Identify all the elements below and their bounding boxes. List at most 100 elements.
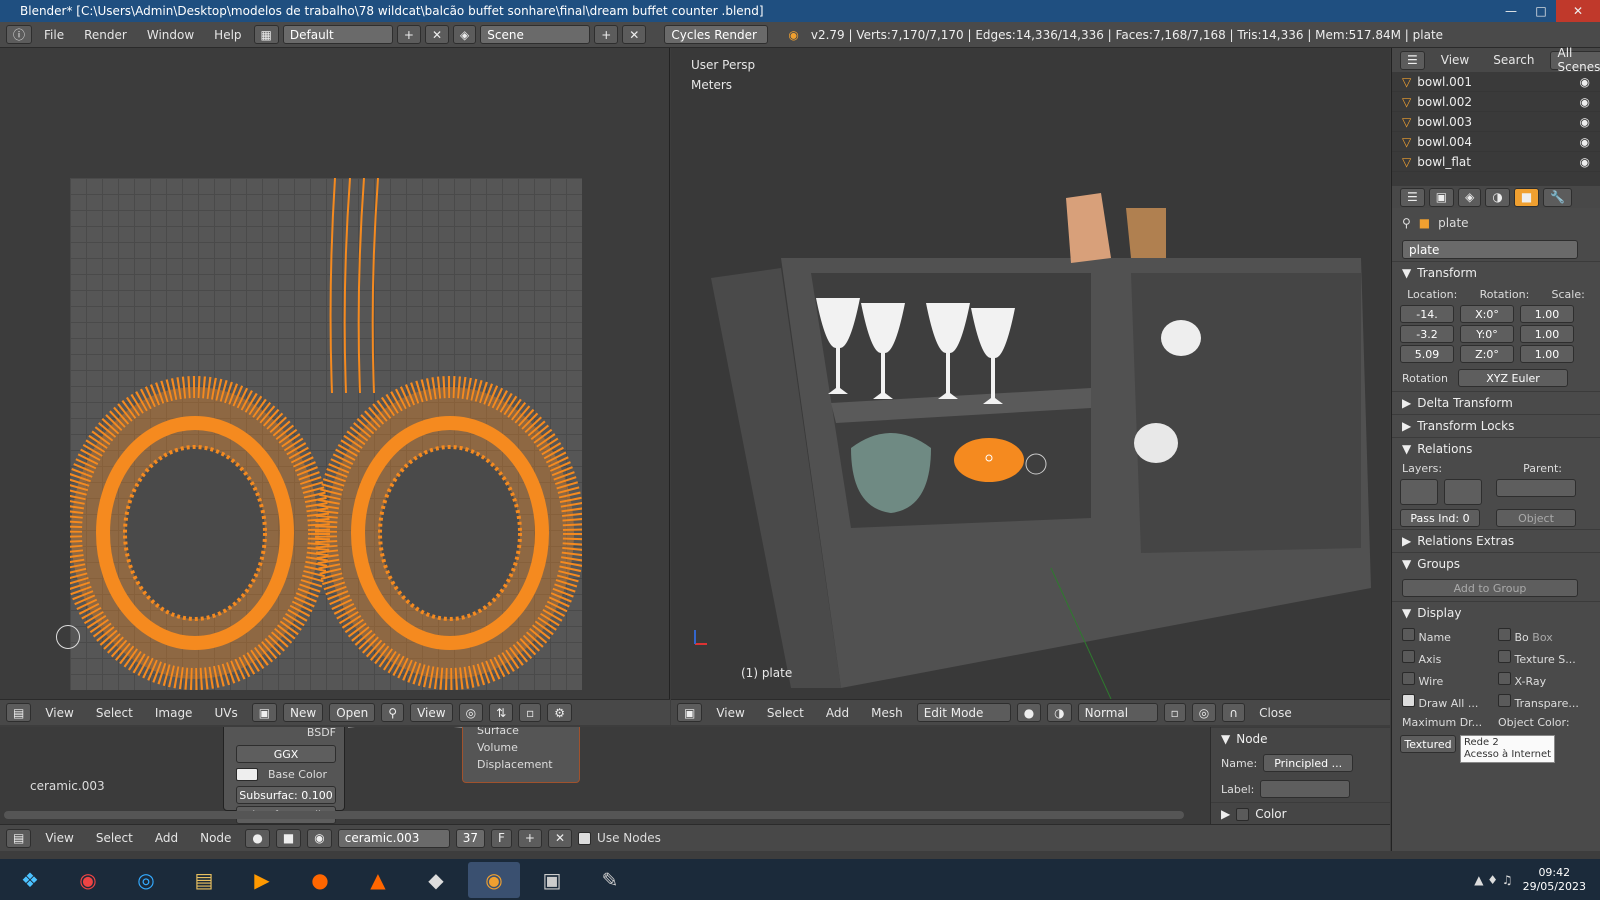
- transform-orientation-select[interactable]: Normal: [1077, 703, 1158, 722]
- material-output-node[interactable]: Surface Volume Displacement: [462, 727, 580, 783]
- location-y[interactable]: -3.2: [1400, 325, 1454, 343]
- color-section-header[interactable]: ▶ Color: [1211, 802, 1390, 825]
- fake-user-button[interactable]: F: [491, 828, 512, 848]
- outliner[interactable]: ☰ View Search All Scenes ▽ bowl.001 ◉ ▽ bow…: [1391, 46, 1600, 186]
- 3d-viewport[interactable]: User Persp Meters (1) plate: [671, 48, 1390, 699]
- snap-magnet-icon[interactable]: ∩: [1222, 703, 1246, 722]
- info-editor-type-icon[interactable]: ⓘ: [6, 25, 33, 44]
- file-explorer-icon[interactable]: ▤: [178, 862, 230, 898]
- texture-space-option[interactable]: Texture S...: [1498, 650, 1590, 666]
- material-name-field[interactable]: ceramic.003: [337, 828, 450, 848]
- properties-editor[interactable]: ☰ ▣ ◈ ◑ ■ 🔧 ⚲ ■ plate plate ▼ Transform Loc…: [1391, 186, 1600, 851]
- uv-menu-image[interactable]: Image: [147, 706, 201, 720]
- image-browse-icon[interactable]: ▣: [251, 703, 278, 722]
- screen-layout-icon[interactable]: ▦: [253, 25, 279, 44]
- node-editor[interactable]: BSDF GGX Base Color Subsurfac: 0.100 Sub…: [0, 727, 1210, 824]
- node-menu-select[interactable]: Select: [88, 831, 141, 845]
- screen-app-icon[interactable]: ▣: [526, 862, 578, 898]
- unity-icon[interactable]: ◆: [410, 862, 462, 898]
- menu-render[interactable]: Render: [76, 28, 135, 42]
- name-option[interactable]: Name: [1402, 628, 1494, 644]
- pivot-point-icon[interactable]: ◑: [1047, 703, 1072, 722]
- subsurface-field[interactable]: Subsurfac: 0.100: [236, 786, 336, 804]
- node-menu-view[interactable]: View: [37, 831, 81, 845]
- axis-option[interactable]: Axis: [1402, 650, 1494, 666]
- uv-menu-select[interactable]: Select: [88, 706, 141, 720]
- location-z[interactable]: 5.09: [1400, 345, 1454, 363]
- scene-icon[interactable]: ◈: [453, 25, 477, 44]
- scale-z[interactable]: 1.00: [1520, 345, 1574, 363]
- uv-menu-view[interactable]: View: [37, 706, 81, 720]
- use-nodes-checkbox[interactable]: [578, 831, 592, 845]
- vp-menu-mesh[interactable]: Mesh: [863, 706, 911, 720]
- remove-layout-button[interactable]: ✕: [424, 25, 449, 44]
- visibility-eye-icon[interactable]: ◉: [1580, 155, 1590, 169]
- properties-editor-type-icon[interactable]: ☰: [1400, 187, 1425, 207]
- uv-image-editor[interactable]: [0, 48, 670, 699]
- pass-index-field[interactable]: Pass Ind: 0: [1400, 509, 1480, 527]
- menu-file[interactable]: File: [36, 28, 72, 42]
- groups-header[interactable]: ▼ Groups: [1392, 552, 1600, 575]
- transparency-option[interactable]: Transpare...: [1498, 694, 1590, 710]
- layers-grid-b[interactable]: [1444, 479, 1482, 505]
- menu-help[interactable]: Help: [206, 28, 249, 42]
- object-shader-icon[interactable]: ■: [275, 828, 302, 848]
- 2d-cursor[interactable]: [56, 625, 80, 649]
- relations-extras-header[interactable]: ▶ Relations Extras: [1392, 529, 1600, 552]
- delta-transform-header[interactable]: ▶ Delta Transform: [1392, 391, 1600, 414]
- microphone-icon[interactable]: ●: [294, 862, 346, 898]
- max-draw-type-select[interactable]: Textured: [1400, 735, 1456, 753]
- add-scene-button[interactable]: +: [594, 25, 619, 44]
- vp-menu-select[interactable]: Select: [759, 706, 812, 720]
- minimize-button[interactable]: —: [1496, 0, 1526, 22]
- render-tab-icon[interactable]: ▣: [1428, 187, 1455, 207]
- uv-view-select[interactable]: View: [410, 703, 453, 722]
- scene-tab-icon[interactable]: ◈: [1458, 187, 1482, 207]
- vp-menu-add[interactable]: Add: [818, 706, 857, 720]
- node-label-field[interactable]: [1260, 780, 1351, 798]
- vertex-mode-icon[interactable]: ▫: [1163, 703, 1186, 722]
- new-image-button[interactable]: New: [283, 703, 324, 722]
- outliner-item[interactable]: ▽ bowl.001 ◉: [1392, 72, 1600, 92]
- rotation-z[interactable]: Z:0°: [1460, 345, 1514, 363]
- node-menu-add[interactable]: Add: [147, 831, 186, 845]
- unlink-material-button[interactable]: ✕: [547, 828, 573, 848]
- vp-menu-view[interactable]: View: [708, 706, 752, 720]
- pivot-icon[interactable]: ◎: [458, 703, 484, 722]
- outliner-item[interactable]: ▽ bowl_flat ◉: [1392, 152, 1600, 172]
- xray-option[interactable]: X-Ray: [1498, 672, 1590, 688]
- edge-icon[interactable]: ◎: [120, 862, 172, 898]
- rotation-x[interactable]: X:0°: [1460, 305, 1514, 323]
- outliner-item[interactable]: ▽ bowl.002 ◉: [1392, 92, 1600, 112]
- principled-bsdf-node[interactable]: BSDF GGX Base Color Subsurfac: 0.100 Sub…: [223, 727, 345, 824]
- render-engine-select[interactable]: Cycles Render: [664, 25, 769, 44]
- material-browse-icon[interactable]: ◉: [307, 828, 332, 848]
- shading-icon[interactable]: ●: [1016, 703, 1042, 722]
- rotation-mode-select[interactable]: XYZ Euler: [1458, 369, 1569, 387]
- shader-type-icon[interactable]: ●: [245, 828, 270, 848]
- distribution-select[interactable]: GGX: [236, 745, 336, 763]
- location-x[interactable]: -14.: [1400, 305, 1454, 323]
- add-layout-button[interactable]: +: [396, 25, 421, 44]
- scale-y[interactable]: 1.00: [1520, 325, 1574, 343]
- add-to-group-button[interactable]: Add to Group: [1402, 579, 1578, 597]
- visibility-eye-icon[interactable]: ◉: [1580, 135, 1590, 149]
- remove-scene-button[interactable]: ✕: [622, 25, 647, 44]
- transform-locks-header[interactable]: ▶ Transform Locks: [1392, 414, 1600, 437]
- modifier-tab-icon[interactable]: 🔧: [1543, 187, 1573, 207]
- horizontal-scrollbar[interactable]: [4, 811, 1184, 819]
- node-editor-type-icon[interactable]: ▤: [6, 828, 32, 848]
- mode-select[interactable]: Edit Mode: [916, 703, 1011, 722]
- start-menu-icon[interactable]: ❖: [4, 862, 56, 898]
- parent-field[interactable]: [1496, 479, 1576, 497]
- vertex-select-icon[interactable]: ▫: [519, 703, 542, 722]
- object-name-field[interactable]: plate: [1402, 240, 1578, 259]
- layers-grid-a[interactable]: [1400, 479, 1438, 505]
- close-button[interactable]: ✕: [1556, 0, 1600, 22]
- app-icon[interactable]: ▲: [352, 862, 404, 898]
- paint-icon[interactable]: ✎: [584, 862, 636, 898]
- outliner-item[interactable]: ▽ bowl.003 ◉: [1392, 112, 1600, 132]
- visibility-eye-icon[interactable]: ◉: [1580, 115, 1590, 129]
- maximize-button[interactable]: □: [1526, 0, 1556, 22]
- outliner-display-mode[interactable]: All Scenes: [1550, 46, 1600, 74]
